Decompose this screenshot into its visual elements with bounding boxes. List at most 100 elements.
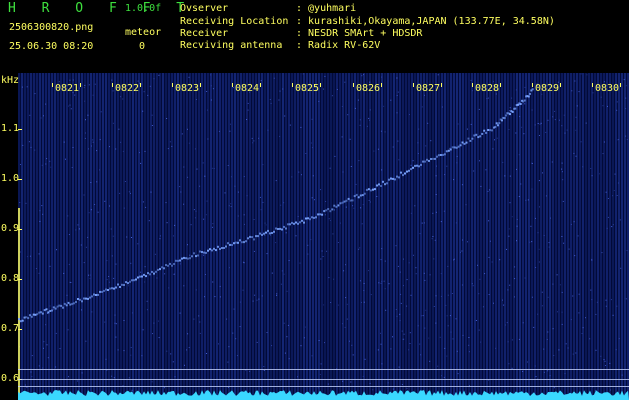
signal-dot	[289, 223, 291, 226]
noise-speckle	[207, 138, 209, 140]
signal-dot	[311, 216, 313, 219]
signal-dot	[309, 218, 311, 221]
noise-speckle	[324, 75, 326, 77]
noise-band	[261, 73, 263, 400]
signal-dot	[390, 177, 392, 180]
noise-speckle	[233, 308, 235, 310]
noise-band	[210, 73, 212, 400]
signal-dot	[412, 166, 414, 169]
noise-band	[477, 73, 479, 400]
noise-speckle	[423, 222, 425, 224]
noise-speckle	[381, 363, 383, 365]
noise-speckle	[115, 323, 117, 325]
noise-speckle	[41, 205, 43, 207]
noise-speckle	[78, 228, 80, 230]
noise-speckle	[352, 205, 354, 207]
noise-speckle	[314, 199, 315, 201]
noise-speckle	[493, 302, 494, 304]
noise-speckle	[456, 350, 458, 352]
noise-speckle	[383, 280, 385, 282]
noise-speckle	[541, 291, 543, 293]
noise-speckle	[203, 218, 205, 220]
noise-speckle	[72, 147, 74, 148]
noise-speckle	[128, 285, 129, 287]
noise-speckle	[270, 234, 271, 236]
noise-speckle	[465, 204, 467, 206]
noise-speckle	[567, 347, 569, 349]
noise-speckle	[198, 315, 200, 317]
noise-speckle	[582, 166, 584, 168]
noise-speckle	[349, 138, 351, 140]
noise-band	[36, 73, 38, 400]
signal-dot	[279, 227, 281, 230]
noise-speckle	[435, 211, 437, 213]
noise-band	[495, 73, 497, 400]
noise-speckle	[304, 326, 306, 328]
signal-dot	[349, 199, 352, 202]
noise-band	[576, 73, 578, 400]
noise-speckle	[613, 190, 615, 191]
y-tick-label: 1.1	[1, 123, 20, 134]
signal-dot	[503, 117, 506, 120]
noise-speckle	[368, 200, 370, 201]
signal-dot	[43, 309, 46, 312]
noise-speckle	[88, 84, 90, 86]
noise-speckle	[417, 325, 419, 327]
noise-speckle	[599, 173, 601, 175]
x-tick-mark	[140, 83, 141, 87]
noise-speckle	[601, 252, 603, 254]
y-axis-unit-label: kHz	[1, 75, 20, 86]
noise-speckle	[539, 135, 540, 136]
noise-speckle	[187, 333, 189, 335]
noise-speckle	[327, 383, 329, 385]
noise-speckle	[288, 260, 290, 261]
noise-speckle	[478, 108, 480, 110]
noise-speckle	[537, 232, 539, 234]
noise-speckle	[399, 320, 401, 322]
noise-speckle	[205, 214, 207, 216]
noise-speckle	[230, 176, 232, 178]
noise-band	[300, 73, 302, 400]
noise-band	[615, 73, 617, 400]
noise-speckle	[553, 387, 555, 389]
noise-speckle	[494, 139, 495, 141]
noise-band	[30, 73, 32, 400]
noise-band	[270, 73, 272, 400]
noise-speckle	[401, 384, 403, 385]
noise-speckle	[150, 191, 152, 193]
signal-dot	[38, 311, 41, 314]
noise-speckle	[19, 202, 21, 203]
noise-speckle	[329, 390, 331, 392]
noise-speckle	[342, 380, 344, 382]
noise-speckle	[39, 210, 41, 212]
noise-speckle	[206, 353, 207, 354]
signal-dot	[203, 251, 205, 254]
noise-speckle	[385, 309, 387, 311]
noise-speckle	[349, 340, 350, 342]
noise-speckle	[398, 159, 400, 161]
noise-speckle	[92, 94, 94, 96]
noise-speckle	[525, 199, 527, 201]
signal-dot	[58, 304, 61, 307]
signal-dot	[215, 249, 217, 252]
signal-dot	[241, 241, 243, 244]
noise-speckle	[31, 355, 33, 357]
noise-speckle	[479, 278, 481, 280]
signal-dot	[249, 235, 251, 238]
noise-speckle	[321, 250, 323, 252]
noise-band	[564, 73, 566, 400]
noise-speckle	[187, 244, 188, 246]
noise-speckle	[210, 85, 212, 87]
noise-speckle	[262, 164, 264, 166]
noise-speckle	[471, 283, 473, 285]
noise-speckle	[49, 305, 51, 307]
signal-dot	[531, 88, 534, 91]
noise-speckle	[409, 332, 411, 334]
noise-speckle	[80, 244, 82, 246]
signal-dot	[357, 196, 360, 199]
signal-dot	[329, 210, 332, 213]
signal-dot	[103, 289, 105, 292]
signal-dot	[265, 231, 267, 234]
noise-speckle	[85, 119, 86, 121]
signal-dot	[374, 188, 376, 191]
